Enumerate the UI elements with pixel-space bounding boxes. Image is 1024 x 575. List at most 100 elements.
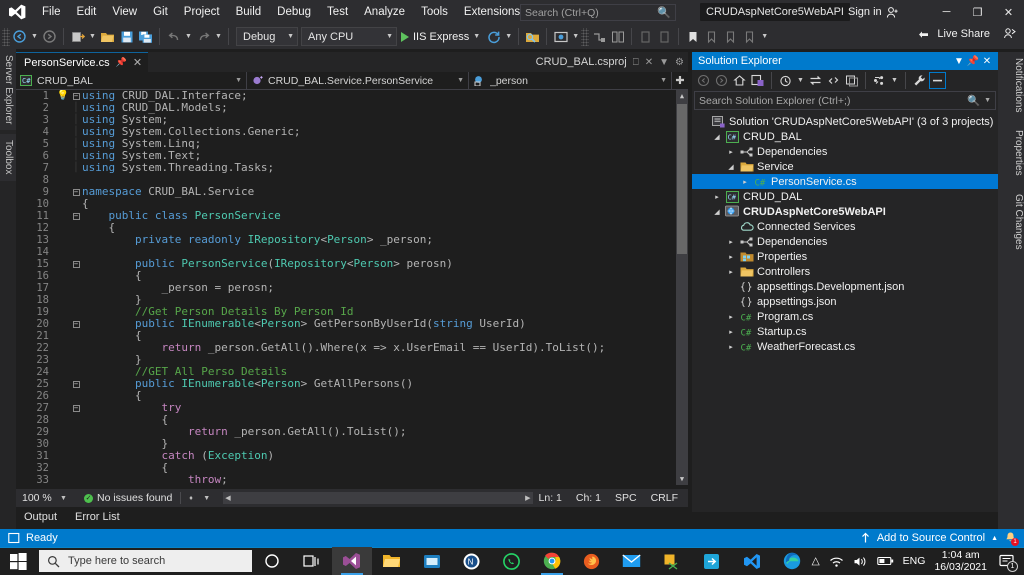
properties-wrench-icon[interactable]	[911, 72, 928, 89]
rail-tab-git-changes[interactable]: Git Changes	[998, 188, 1024, 256]
preview-selected-items-icon[interactable]	[929, 72, 946, 89]
save-icon[interactable]	[117, 26, 136, 47]
toolbar-grip[interactable]	[2, 28, 10, 46]
rail-tab-server-explorer[interactable]: Server Explorer	[0, 49, 16, 130]
pin-icon[interactable]: 📌	[966, 56, 980, 67]
menu-view[interactable]: View	[104, 0, 145, 24]
minimize-button[interactable]: ─	[931, 0, 962, 24]
code-editor[interactable]: 1💡−using CRUD_DAL.Interface;2│using CRUD…	[16, 90, 688, 485]
lightbulb-icon[interactable]: 💡	[56, 90, 70, 102]
scroll-up-icon[interactable]: ▲	[676, 90, 688, 102]
tree-item[interactable]: ◢C#CRUD_BAL	[692, 129, 998, 144]
tree-item[interactable]: ▸Dependencies	[692, 234, 998, 249]
navigate-back-icon[interactable]	[10, 26, 29, 47]
forward-icon[interactable]	[713, 72, 730, 89]
screenshot-icon[interactable]	[551, 26, 570, 47]
redo-icon[interactable]	[194, 26, 213, 47]
home-icon[interactable]	[731, 72, 748, 89]
save-all-icon[interactable]	[136, 26, 155, 47]
show-all-files-icon[interactable]	[871, 72, 888, 89]
hscroll-left-icon[interactable]: ◀	[225, 494, 230, 502]
rail-tab-toolbox[interactable]: Toolbox	[0, 134, 16, 180]
editor-horizontal-scrollbar[interactable]: ◀ ▶	[223, 492, 532, 504]
navigate-forward-icon[interactable]	[40, 26, 59, 47]
split-view-icon[interactable]: ✚	[672, 74, 688, 87]
live-share-button[interactable]: Live Share	[918, 27, 1016, 40]
menu-extensions[interactable]: Extensions	[456, 0, 528, 24]
chevron-up-icon[interactable]: ▲	[991, 535, 998, 542]
navigate-back-dropdown-icon[interactable]: ▼	[29, 26, 40, 47]
quick-launch-search[interactable]: Search (Ctrl+Q) 🔍	[520, 4, 676, 21]
tree-item[interactable]: ▸C#PersonService.cs	[692, 174, 998, 189]
hscroll-right-icon[interactable]: ▶	[525, 494, 530, 502]
close-button[interactable]: ✕	[993, 0, 1024, 24]
navbar-member-combo[interactable]: _person ▼	[469, 72, 672, 90]
menu-edit[interactable]: Edit	[69, 0, 105, 24]
bookmark-add-icon[interactable]	[702, 26, 721, 47]
collapse-region-icon[interactable]: −	[70, 186, 82, 198]
task-view-icon[interactable]	[292, 547, 332, 575]
taskbar-file-explorer-icon[interactable]	[372, 547, 412, 575]
taskbar-firefox-icon[interactable]	[572, 547, 612, 575]
volume-icon[interactable]	[853, 555, 868, 568]
taskbar-app-icon-1[interactable]	[412, 547, 452, 575]
collapse-region-icon[interactable]: −	[70, 210, 82, 222]
tree-item[interactable]: ◢Service	[692, 159, 998, 174]
overflow-icon[interactable]: ▼	[570, 26, 581, 47]
intellisense-dropdown-icon[interactable]: ▼	[203, 495, 217, 502]
line-ending-indicator[interactable]: CRLF	[651, 492, 678, 504]
tree-item[interactable]: ▸C#Startup.cs	[692, 324, 998, 339]
tree-item[interactable]: ▸Controllers	[692, 264, 998, 279]
collapse-all-icon[interactable]	[843, 72, 860, 89]
clock[interactable]: 1:04 am 16/03/2021	[934, 549, 987, 573]
search-folder-icon[interactable]	[523, 26, 542, 47]
add-to-source-control-label[interactable]: Add to Source Control	[877, 532, 985, 544]
step-container-icon[interactable]	[589, 26, 608, 47]
show-hidden-icons-icon[interactable]: △	[812, 555, 820, 567]
chevron-down-icon[interactable]: ▼	[980, 97, 991, 104]
language-indicator[interactable]: ENG	[903, 555, 926, 567]
hot-reload-dropdown-icon[interactable]: ▼	[503, 26, 514, 47]
pending-history-icon[interactable]	[777, 72, 794, 89]
code-line[interactable]: 33 throw;	[16, 474, 676, 485]
tree-item[interactable]: ◢CRUDAspNetCore5WebAPI	[692, 204, 998, 219]
notifications-icon[interactable]: 1	[1004, 531, 1018, 545]
chevron-right-icon[interactable]: ▸	[724, 328, 738, 336]
tree-item[interactable]: Connected Services	[692, 219, 998, 234]
sign-in-button[interactable]: Sign in	[848, 0, 899, 24]
tab-output[interactable]: Output	[16, 509, 65, 527]
taskbar-edge-icon[interactable]	[772, 547, 812, 575]
code-lines[interactable]: 1💡−using CRUD_DAL.Interface;2│using CRUD…	[16, 90, 676, 485]
bookmark-clear-icon[interactable]	[740, 26, 759, 47]
tree-item[interactable]: ▸C#Program.cs	[692, 309, 998, 324]
sync-with-active-document-icon[interactable]	[807, 72, 824, 89]
close-icon[interactable]: ✕	[980, 56, 994, 67]
show-all-files-dropdown-icon[interactable]: ▼	[889, 70, 900, 91]
rail-tab-properties[interactable]: Properties	[998, 124, 1024, 182]
pin-icon[interactable]: 📌	[116, 57, 127, 68]
bookmark-icon[interactable]	[683, 26, 702, 47]
chevron-right-icon[interactable]: ▸	[738, 178, 752, 186]
tree-item[interactable]: Solution 'CRUDAspNetCore5WebAPI' (3 of 3…	[692, 114, 998, 129]
menu-build[interactable]: Build	[228, 0, 270, 24]
bookmark-prev-icon[interactable]	[636, 26, 655, 47]
tree-item[interactable]: ▸Dependencies	[692, 144, 998, 159]
taskbar-vscode-icon[interactable]	[732, 547, 772, 575]
tree-item[interactable]: appsettings.Development.json	[692, 279, 998, 294]
navbar-type-combo[interactable]: CRUD_BAL.Service.PersonService ▼	[247, 72, 469, 90]
taskbar-search-box[interactable]: Type here to search	[39, 550, 252, 572]
collapse-region-icon[interactable]: −	[70, 258, 82, 270]
editor-vertical-scrollbar[interactable]: ▲ ▼	[676, 90, 688, 485]
chevron-right-icon[interactable]: ▸	[724, 238, 738, 246]
solution-platform-combo[interactable]: Any CPU ▼	[301, 27, 397, 46]
pending-changes-icon[interactable]	[749, 72, 766, 89]
taskbar-export-icon[interactable]	[692, 547, 732, 575]
rail-tab-notifications[interactable]: Notifications	[998, 52, 1024, 118]
document-tab-personservice[interactable]: PersonService.cs 📌 ✕	[16, 52, 148, 72]
hot-reload-icon[interactable]	[484, 26, 503, 47]
chevron-down-icon[interactable]: ▼	[952, 56, 966, 67]
bookmark-next-icon[interactable]	[655, 26, 674, 47]
taskbar-chrome-icon[interactable]	[532, 547, 572, 575]
code-line[interactable]: 9−namespace CRUD_BAL.Service	[16, 186, 676, 198]
new-project-icon[interactable]	[68, 26, 87, 47]
